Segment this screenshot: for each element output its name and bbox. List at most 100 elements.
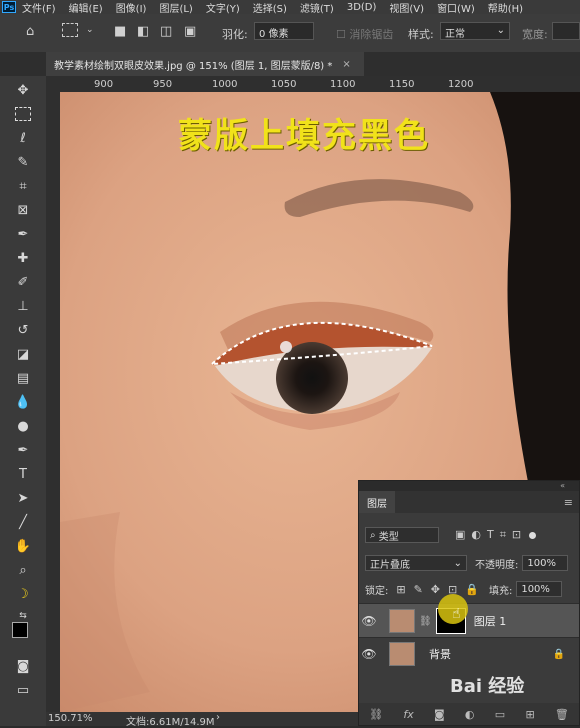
clone-stamp-icon[interactable]: ⊥	[12, 296, 34, 316]
mask-icon[interactable]: ◙	[434, 708, 445, 721]
menu-item-2[interactable]: 图像(I)	[116, 0, 147, 15]
link-icon[interactable]: ⛓	[419, 616, 432, 627]
ruler-tick-label: 1000	[212, 79, 238, 90]
menu-item-4[interactable]: 文字(Y)	[206, 0, 240, 15]
filter-toggle-icon[interactable]	[529, 531, 537, 539]
fx-icon[interactable]: fx	[403, 708, 413, 721]
tab-layers[interactable]: 图层	[359, 491, 395, 513]
chevron-down-icon: ⌄	[453, 557, 462, 569]
antialias-checkbox[interactable]: ☐ 消除锯齿	[336, 26, 393, 42]
horizontal-ruler: 900 950 1000 1050 1100 1150 1200	[60, 76, 580, 93]
intersect-selection-icon[interactable]: ▣	[184, 24, 196, 39]
instruction-overlay-text: 蒙版上填充黑色	[178, 116, 430, 156]
adjust-icon[interactable]: ◐	[465, 708, 475, 721]
zoom-tool-icon[interactable]: ⌕	[12, 560, 34, 580]
new-selection-icon[interactable]: ■	[114, 24, 126, 39]
banana-icon[interactable]: ☽	[12, 584, 34, 604]
line-tool-icon[interactable]: ╱	[12, 512, 34, 532]
menu-item-0[interactable]: 文件(F)	[22, 0, 56, 15]
width-label: 宽度:	[522, 28, 548, 41]
path-select-icon[interactable]: ➤	[12, 488, 34, 508]
layer-name[interactable]: 背景	[429, 646, 451, 662]
style-select[interactable]: 正常 ⌄	[440, 22, 510, 40]
panel-collapse-bar[interactable]: «	[359, 481, 579, 491]
visibility-eye-icon[interactable]: 👁	[359, 614, 379, 628]
layer-filter-value: 类型	[378, 531, 399, 543]
type-tool-icon[interactable]: T	[12, 464, 34, 484]
gradient-icon[interactable]: ▤	[12, 368, 34, 388]
photoshop-logo: Ps	[2, 1, 16, 13]
close-icon[interactable]: ×	[342, 59, 350, 70]
lock-label: 锁定:	[365, 585, 389, 597]
menu-item-10[interactable]: 帮助(H)	[488, 0, 523, 15]
blur-tool-icon[interactable]: 💧	[12, 392, 34, 412]
opacity-label: 不透明度:	[475, 559, 519, 571]
antialias-label: 消除锯齿	[349, 28, 394, 41]
panel-menu-icon[interactable]: ≡	[564, 496, 573, 509]
ruler-tick-label: 1100	[330, 79, 356, 90]
feather-label: 羽化:	[222, 28, 248, 41]
chevron-down-icon: ⌄	[496, 25, 505, 36]
chevron-right-icon[interactable]: ›	[216, 712, 220, 723]
quick-select-icon[interactable]: ✎	[12, 152, 34, 172]
options-bar: ⌂ ⌄ ■ ◧ ◫ ▣ 羽化: 0 像素 ☐ 消除锯齿 样式: 正常 ⌄ 宽度:	[0, 14, 580, 53]
menu-item-8[interactable]: 视图(V)	[389, 0, 424, 15]
layer-filter-select[interactable]: ⌕ 类型	[365, 527, 439, 543]
link-icon[interactable]: ⛓	[369, 708, 383, 721]
history-brush-icon[interactable]: ↺	[12, 320, 34, 340]
ruler-tick-label: 950	[153, 79, 173, 90]
blend-mode-select[interactable]: 正片叠底 ⌄	[365, 555, 467, 571]
collapse-icon[interactable]: «	[560, 481, 565, 490]
marquee-tool-icon[interactable]	[62, 23, 78, 37]
quick-mask-icon[interactable]: ◙	[12, 656, 34, 676]
menu-item-5[interactable]: 选择(S)	[253, 0, 287, 15]
menu-item-1[interactable]: 编辑(E)	[69, 0, 103, 15]
width-input[interactable]	[552, 22, 580, 40]
style-value: 正常	[445, 29, 465, 40]
search-icon: ⌕	[370, 529, 379, 541]
tools-panel: ✥ ℓ ✎ ⌗ ⊠ ✒ ✚ ✐ ⊥ ↺ ◪ ▤ 💧 ● ✒ T ➤ ╱ ✋ ⌕ …	[0, 76, 47, 726]
menu-item-3[interactable]: 图层(L)	[159, 0, 192, 15]
filter-icons[interactable]: ▣◐T⌗⊡	[455, 528, 527, 542]
marquee-tool-icon[interactable]	[12, 104, 34, 124]
ruler-tick-label: 1150	[389, 79, 415, 90]
pen-tool-icon[interactable]: ✒	[12, 440, 34, 460]
brush-tool-icon[interactable]: ✐	[12, 272, 34, 292]
ruler-tick-label: 1200	[448, 79, 474, 90]
feather-input[interactable]: 0 像素	[254, 22, 314, 40]
eraser-icon[interactable]: ◪	[12, 344, 34, 364]
new-layer-icon[interactable]: ⊞	[525, 708, 534, 721]
home-icon[interactable]: ⌂	[26, 24, 34, 39]
document-tab-bar: 教学素材绘制双眼皮效果.jpg @ 151% (图层 1, 图层蒙版/8) * …	[0, 52, 580, 76]
lock-row: 锁定: ⊞✎✥⊡🔒 填充: 100%	[359, 579, 579, 599]
screen-mode-icon[interactable]: ▭	[12, 680, 34, 700]
menu-item-6[interactable]: 滤镜(T)	[300, 0, 334, 15]
menu-item-9[interactable]: 窗口(W)	[437, 0, 475, 15]
foreground-color-swatch[interactable]	[12, 622, 28, 638]
frame-tool-icon[interactable]: ⊠	[12, 200, 34, 220]
fill-input[interactable]: 100%	[516, 581, 563, 597]
lock-icons[interactable]: ⊞✎✥⊡🔒	[396, 583, 487, 596]
hand-tool-icon[interactable]: ✋	[12, 536, 34, 556]
crop-tool-icon[interactable]: ⌗	[12, 176, 34, 196]
lasso-tool-icon[interactable]: ℓ	[12, 128, 34, 148]
layer-name[interactable]: 图层 1	[474, 613, 507, 629]
document-tab[interactable]: 教学素材绘制双眼皮效果.jpg @ 151% (图层 1, 图层蒙版/8) * …	[46, 52, 364, 76]
dodge-tool-icon[interactable]: ●	[12, 416, 34, 436]
visibility-eye-icon[interactable]: 👁	[359, 647, 379, 661]
add-selection-icon[interactable]: ◧	[137, 24, 149, 39]
fill-label: 填充:	[488, 585, 513, 597]
trash-icon[interactable]: 🗑	[555, 708, 569, 721]
chevron-down-icon[interactable]: ⌄	[86, 25, 94, 35]
eyedropper-icon[interactable]: ✒	[12, 224, 34, 244]
opacity-input[interactable]: 100%	[522, 555, 569, 571]
layer-row-layer-1[interactable]: 👁 ⛓ 图层 1	[359, 603, 579, 638]
vertical-ruler	[46, 76, 61, 716]
move-tool-icon[interactable]: ✥	[12, 80, 34, 100]
layer-row-background[interactable]: 👁 背景 🔒	[359, 637, 579, 670]
menu-item-7[interactable]: 3D(D)	[347, 2, 377, 13]
healing-brush-icon[interactable]: ✚	[12, 248, 34, 268]
subtract-selection-icon[interactable]: ◫	[160, 24, 172, 39]
zoom-level[interactable]: 150.71%	[48, 713, 93, 724]
folder-icon[interactable]: ▭	[495, 708, 505, 721]
